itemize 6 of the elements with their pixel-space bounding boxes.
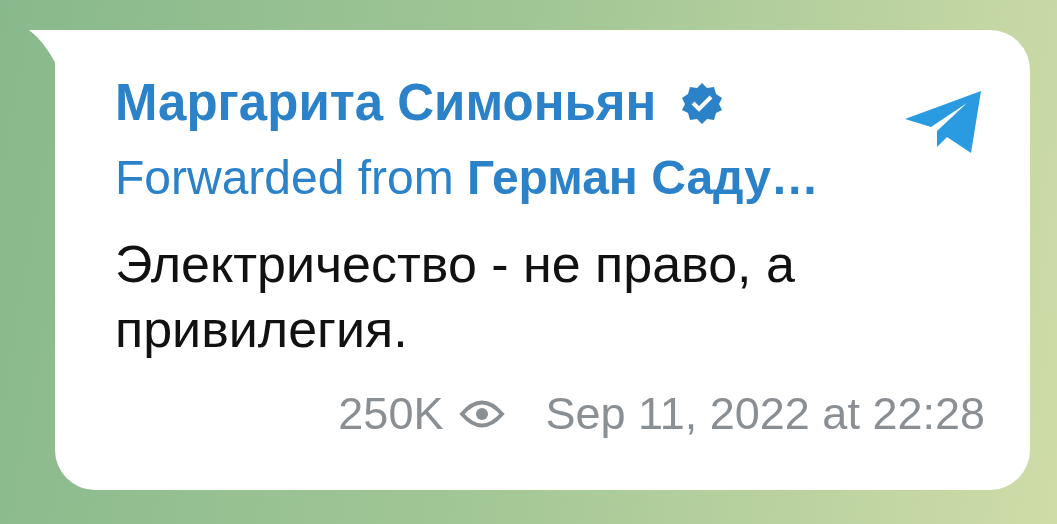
- eye-icon: [459, 399, 506, 429]
- message-date: Sep 11, 2022 at 22:28: [545, 389, 985, 439]
- forwarded-from-text: Forwarded from Герман Саду…: [115, 150, 819, 206]
- message-text: Электричество - не право, а привилегия.: [115, 234, 796, 360]
- view-count: 250K: [338, 389, 444, 439]
- author-name[interactable]: Маргарита Симоньян: [115, 73, 657, 133]
